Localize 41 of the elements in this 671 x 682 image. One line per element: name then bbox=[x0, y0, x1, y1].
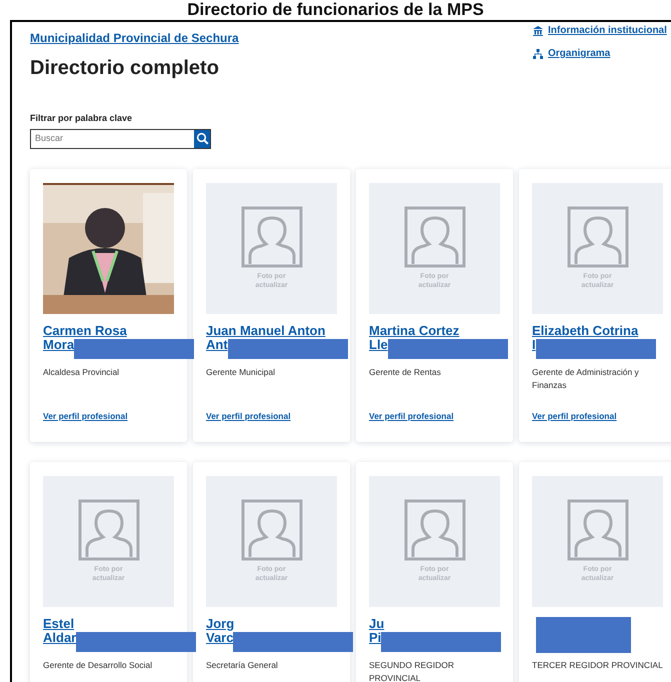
user-placeholder-icon bbox=[240, 206, 302, 268]
user-placeholder-icon bbox=[240, 499, 302, 561]
person-role: Gerente de Rentas bbox=[369, 366, 442, 378]
person-name[interactable]: Juan Manuel Anton bbox=[206, 322, 326, 338]
person-name[interactable]: I bbox=[532, 336, 536, 352]
person-role: Gerente de Administración y Finanzas bbox=[532, 366, 640, 392]
building-icon bbox=[533, 26, 543, 36]
person-name[interactable]: Aldar bbox=[43, 630, 76, 644]
person-role: Secretaría General bbox=[206, 658, 279, 672]
person-name[interactable]: Pi bbox=[369, 630, 382, 644]
user-placeholder-icon bbox=[404, 206, 466, 268]
person-role: SEGUNDO REGIDOR PROVINCIAL bbox=[369, 658, 456, 682]
person-role: TERCER REGIDOR PROVINCIAL bbox=[532, 658, 663, 672]
person-role: Gerente de Desarrollo Social bbox=[43, 658, 154, 672]
person-name[interactable]: Mora bbox=[43, 336, 74, 352]
breadcrumb-link[interactable]: Municipalidad Provincial de Sechura bbox=[30, 29, 239, 47]
profile-link[interactable]: Ver perfil profesional bbox=[369, 410, 454, 422]
user-placeholder-icon bbox=[566, 206, 628, 268]
person-name[interactable]: Ant bbox=[206, 336, 228, 352]
person-name[interactable]: Carmen Rosa bbox=[43, 322, 127, 338]
profile-link[interactable]: Ver perfil profesional bbox=[43, 410, 128, 422]
side-link[interactable]: Información institucional bbox=[533, 23, 667, 38]
user-placeholder-icon bbox=[78, 499, 140, 561]
side-link[interactable]: Organigrama bbox=[533, 46, 667, 61]
person-name[interactable]: Estel bbox=[43, 616, 74, 630]
profile-link[interactable]: Ver perfil profesional bbox=[206, 410, 291, 422]
page-title: Directorio completo bbox=[30, 56, 220, 80]
user-placeholder-icon bbox=[404, 499, 466, 561]
person-name[interactable]: Jorg bbox=[206, 616, 234, 630]
filter-label: Filtrar por palabra clave bbox=[30, 112, 134, 125]
user-placeholder-icon bbox=[566, 499, 628, 561]
person-role: Alcaldesa Provincial bbox=[43, 366, 120, 378]
person-role: Gerente Municipal bbox=[206, 366, 276, 379]
page-heading: Directorio de funcionarios de la MPS bbox=[186, 0, 485, 20]
person-name[interactable]: Martina Cortez bbox=[369, 322, 460, 338]
person-name[interactable]: Elizabeth Cotrina bbox=[532, 322, 638, 338]
profile-link[interactable]: Ver perfil profesional bbox=[532, 410, 617, 422]
org-chart-icon bbox=[533, 48, 543, 58]
person-name[interactable]: Ju bbox=[369, 616, 384, 630]
person-name[interactable]: Varc bbox=[206, 630, 234, 644]
person-name[interactable]: Lle bbox=[369, 336, 388, 352]
